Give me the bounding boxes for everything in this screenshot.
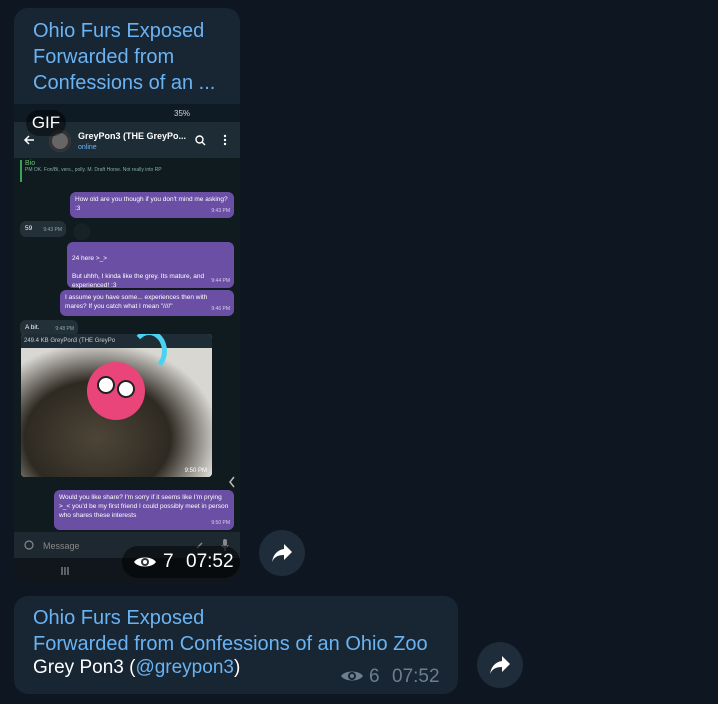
message-bubble-1: Ohio Furs Exposed Forwarded from Confess…: [14, 8, 240, 583]
chat-message-text: 59: [25, 225, 33, 232]
chat-message: Would you like share? I'm sorry if it se…: [54, 490, 234, 530]
sticker-eye: [117, 380, 135, 398]
chat-message-text: I assume you have some... experiences th…: [65, 294, 208, 310]
chat-message-text: A bit.: [25, 324, 40, 331]
forward-button[interactable]: [477, 642, 523, 688]
forwarded-from-label[interactable]: Forwarded from Confessions of an Ohio Zo…: [33, 631, 428, 657]
chevron-left-icon: [229, 476, 235, 488]
more-icon: [223, 134, 227, 146]
channel-name[interactable]: Ohio Furs Exposed: [33, 18, 204, 44]
forwarded-source[interactable]: Confessions of an ...: [33, 70, 215, 96]
message-bubble-2: Ohio Furs Exposed Forwarded from Confess…: [14, 596, 458, 694]
forwarded-from-label: Forwarded from: [33, 46, 175, 68]
share-arrow-icon: [272, 544, 292, 562]
battery-level: 35%: [174, 109, 191, 118]
chat-message-time: 9:46 PM: [211, 306, 230, 312]
contact-status: online: [78, 144, 97, 151]
view-count: 7: [163, 551, 174, 572]
author-handle-link[interactable]: @greypon3: [135, 657, 234, 678]
recent-apps-icon: [61, 567, 69, 575]
chat-message: 24 here >_> But uhhh, I kinda like the g…: [67, 242, 234, 289]
emoji-icon: [24, 540, 34, 550]
chat-message-time: 9:48 PM: [55, 326, 74, 332]
author-close: ): [233, 657, 241, 678]
chat-message-text: How old are you though if you don't mind…: [75, 196, 228, 212]
contact-name: GreyPon3 (THE GreyPo...: [78, 131, 187, 141]
gif-media[interactable]: 35% GreyPon3 (THE GreyPo... online Bio P…: [14, 104, 240, 583]
sticker-eye: [97, 376, 115, 394]
author-name: Grey Pon3 (: [33, 657, 136, 678]
gif-badge: GIF: [26, 110, 66, 136]
channel-name[interactable]: Ohio Furs Exposed: [33, 605, 204, 631]
bio-text: PM OK. Fon/Bi, vers., polly. M. Draft Ho…: [25, 167, 162, 173]
message-text: Grey Pon3 (@greypon3): [33, 657, 240, 679]
message-time: 07:52: [392, 666, 440, 687]
eye-icon: [134, 557, 156, 567]
bio-block: Bio PM OK. Fon/Bi, vers., polly. M. Draf…: [20, 160, 239, 182]
sticker-image: 249.4 KB GreyPon3 (THE GreyPo 9:50 PM: [21, 334, 212, 477]
chat-message-time: 9:50 PM: [211, 520, 230, 526]
chat-message-time: 9:43 PM: [211, 208, 230, 214]
gif-time: 9:50 PM: [184, 468, 207, 474]
eye-icon: [341, 671, 363, 681]
compose-placeholder: Message: [43, 541, 80, 551]
view-count: 6: [369, 666, 380, 687]
search-icon: [195, 135, 206, 146]
chat-message-time: 9:43 PM: [43, 227, 62, 233]
share-arrow-icon: [490, 656, 510, 674]
chat-message: How old are you though if you don't mind…: [70, 192, 234, 218]
forward-button[interactable]: [259, 530, 305, 576]
bio-title: Bio: [25, 160, 36, 167]
chat-message-text: 24 here >_> But uhhh, I kinda like the g…: [72, 255, 205, 289]
back-arrow-icon: [23, 135, 34, 145]
chat-message-text: Would you like share? I'm sorry if it se…: [59, 494, 229, 519]
views-time-pill: 7 07:52: [122, 546, 240, 578]
chat-message-time: 9:44 PM: [211, 278, 230, 284]
gif-caption: 249.4 KB GreyPon3 (THE GreyPo: [21, 334, 212, 348]
chat-message: I assume you have some... experiences th…: [60, 290, 234, 316]
chat-message: 59 9:43 PM: [20, 221, 66, 237]
message-time: 07:52: [186, 551, 234, 572]
